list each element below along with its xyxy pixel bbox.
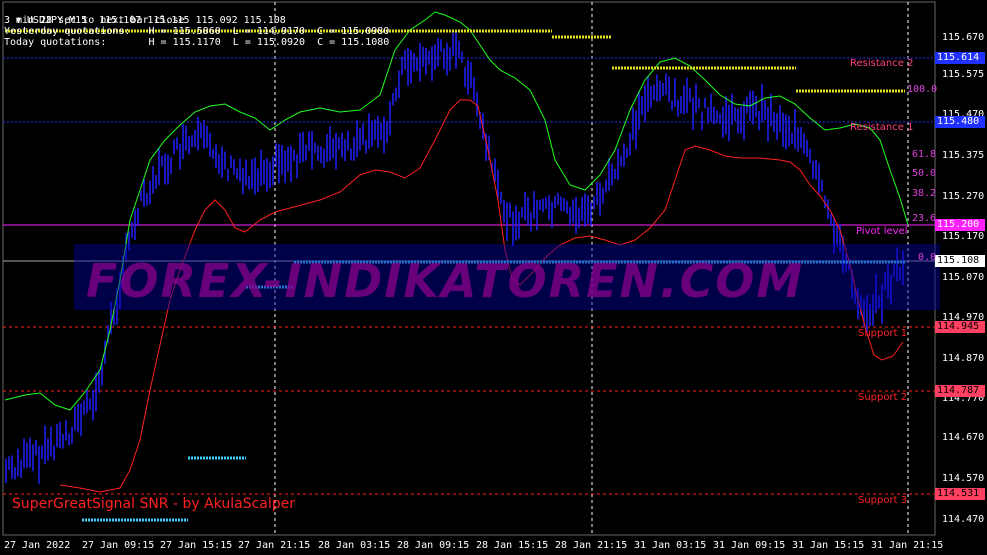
support-3-label: Support 3 (858, 495, 908, 506)
support-2-price-tag: 114.787 (935, 385, 985, 397)
date-tick-label: 27 Jan 09:15 (82, 540, 155, 551)
watermark-text: FOREX-INDIKATOREN.COM (86, 254, 805, 308)
date-tick-label: 28 Jan 09:15 (397, 540, 470, 551)
resistance-2-price-tag: 115.614 (935, 52, 985, 64)
resistance-1-label: Resistance 1 (850, 122, 914, 133)
yesterday-quotes: Yesterday quotations: H = 115.5860 L = 1… (4, 26, 390, 37)
fib-23-6-label: 23.6 (912, 213, 937, 224)
date-tick-label: 28 Jan 03:15 (318, 540, 391, 551)
resistance-1-price-tag: 115.480 (935, 116, 985, 128)
pivot-label: Pivot level (856, 226, 908, 237)
fib-0-label: 0.0 (918, 252, 937, 263)
price-tick-label: 115.575 (942, 69, 985, 80)
fib-38-2-label: 38.2 (912, 188, 937, 199)
price-tick-label: 115.170 (942, 231, 985, 242)
upper-band-line (4, 11, 909, 411)
resistance-2-label: Resistance 2 (850, 58, 914, 69)
indicator-title: SuperGreatSignal SNR - by AkulaScalper (12, 496, 296, 512)
date-tick-label: 28 Jan 15:15 (476, 540, 549, 551)
current-price-tag: 115.108 (935, 255, 985, 267)
price-tick-label: 114.870 (942, 353, 985, 364)
price-tick-label: 114.670 (942, 432, 985, 443)
support-3-price-tag: 114.531 (935, 488, 985, 500)
date-tick-label: 31 Jan 21:15 (871, 540, 944, 551)
fib-100-label: 100.0 (907, 84, 938, 95)
price-tick-label: 114.570 (942, 473, 985, 484)
date-tick-label: 27 Jan 15:15 (160, 540, 233, 551)
support-1-label: Support 1 (858, 328, 908, 339)
date-tick-label: 31 Jan 09:15 (713, 540, 786, 551)
price-tick-label: 115.070 (942, 272, 985, 283)
support-2-label: Support 2 (858, 392, 908, 403)
date-tick-label: 27 Jan 21:15 (238, 540, 311, 551)
date-tick-label: 27 Jan 2022 (4, 540, 71, 551)
fib-61-8-label: 61.8 (912, 149, 937, 160)
today-quotes: Today quotations: H = 115.1170 L = 115.0… (4, 37, 390, 48)
date-tick-label: 28 Jan 21:15 (555, 540, 628, 551)
date-tick-label: 31 Jan 03:15 (634, 540, 707, 551)
bar-timer: 3 min 28 sec to next bar close (4, 15, 185, 26)
pivot-price-tag: 115.200 (935, 219, 985, 231)
support-1-price-tag: 114.945 (935, 321, 985, 333)
price-tick-label: 115.270 (942, 191, 985, 202)
date-tick-label: 31 Jan 15:15 (792, 540, 865, 551)
price-tick-label: 115.670 (942, 32, 985, 43)
fib-50-label: 50.0 (912, 168, 937, 179)
price-tick-label: 115.375 (942, 150, 985, 161)
price-tick-label: 114.470 (942, 514, 985, 525)
